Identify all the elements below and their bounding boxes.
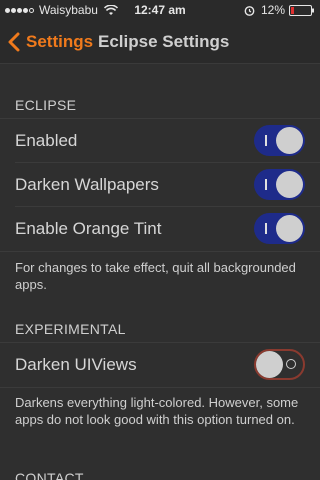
toggle-knob (256, 351, 283, 378)
section-divider (0, 251, 320, 252)
settings-row-darken-wallpapers: Darken Wallpapers (0, 163, 320, 207)
battery-percent: 12% (260, 3, 285, 17)
enable-orange-tint-toggle[interactable] (254, 213, 305, 244)
toggle-on-mark-icon (265, 179, 267, 190)
toggle-on-mark-icon (265, 223, 267, 234)
section-footer-experimental: Darkens everything light-colored. Howeve… (15, 395, 299, 427)
darken-wallpapers-toggle[interactable] (254, 169, 305, 200)
enabled-toggle[interactable] (254, 125, 305, 156)
back-label: Settings (26, 32, 94, 51)
toggle-on-mark-icon (265, 135, 267, 146)
back-button[interactable]: Settings (8, 20, 93, 64)
page-title: Eclipse Settings (98, 32, 230, 51)
row-label: Darken Wallpapers (15, 175, 159, 194)
row-label: Darken UIViews (15, 355, 137, 374)
section-header-eclipse: ECLIPSE (15, 97, 77, 113)
settings-row-enabled: Enabled (0, 119, 320, 163)
section-header-experimental: EXPERIMENTAL (15, 321, 126, 337)
navigation-bar: Settings Eclipse Settings (0, 20, 320, 64)
status-right: 12% (244, 3, 315, 17)
section-footer-eclipse: For changes to take effect, quit all bac… (15, 260, 296, 292)
alarm-icon (244, 5, 255, 16)
status-bar: Waisybabu 12:47 am 12% (0, 0, 320, 20)
darken-uiviews-toggle[interactable] (254, 349, 305, 380)
row-label: Enabled (15, 131, 78, 150)
toggle-off-mark-icon (286, 359, 296, 369)
chevron-left-icon (8, 32, 20, 52)
toggle-knob (276, 127, 303, 154)
section-divider (0, 387, 320, 388)
battery-icon (289, 4, 314, 16)
section-header-contact: CONTACT (15, 470, 84, 480)
settings-row-enable-orange-tint: Enable Orange Tint (0, 207, 320, 251)
row-label: Enable Orange Tint (15, 219, 162, 238)
toggle-knob (276, 215, 303, 242)
toggle-knob (276, 171, 303, 198)
settings-row-darken-uiviews: Darken UIViews (0, 343, 320, 387)
